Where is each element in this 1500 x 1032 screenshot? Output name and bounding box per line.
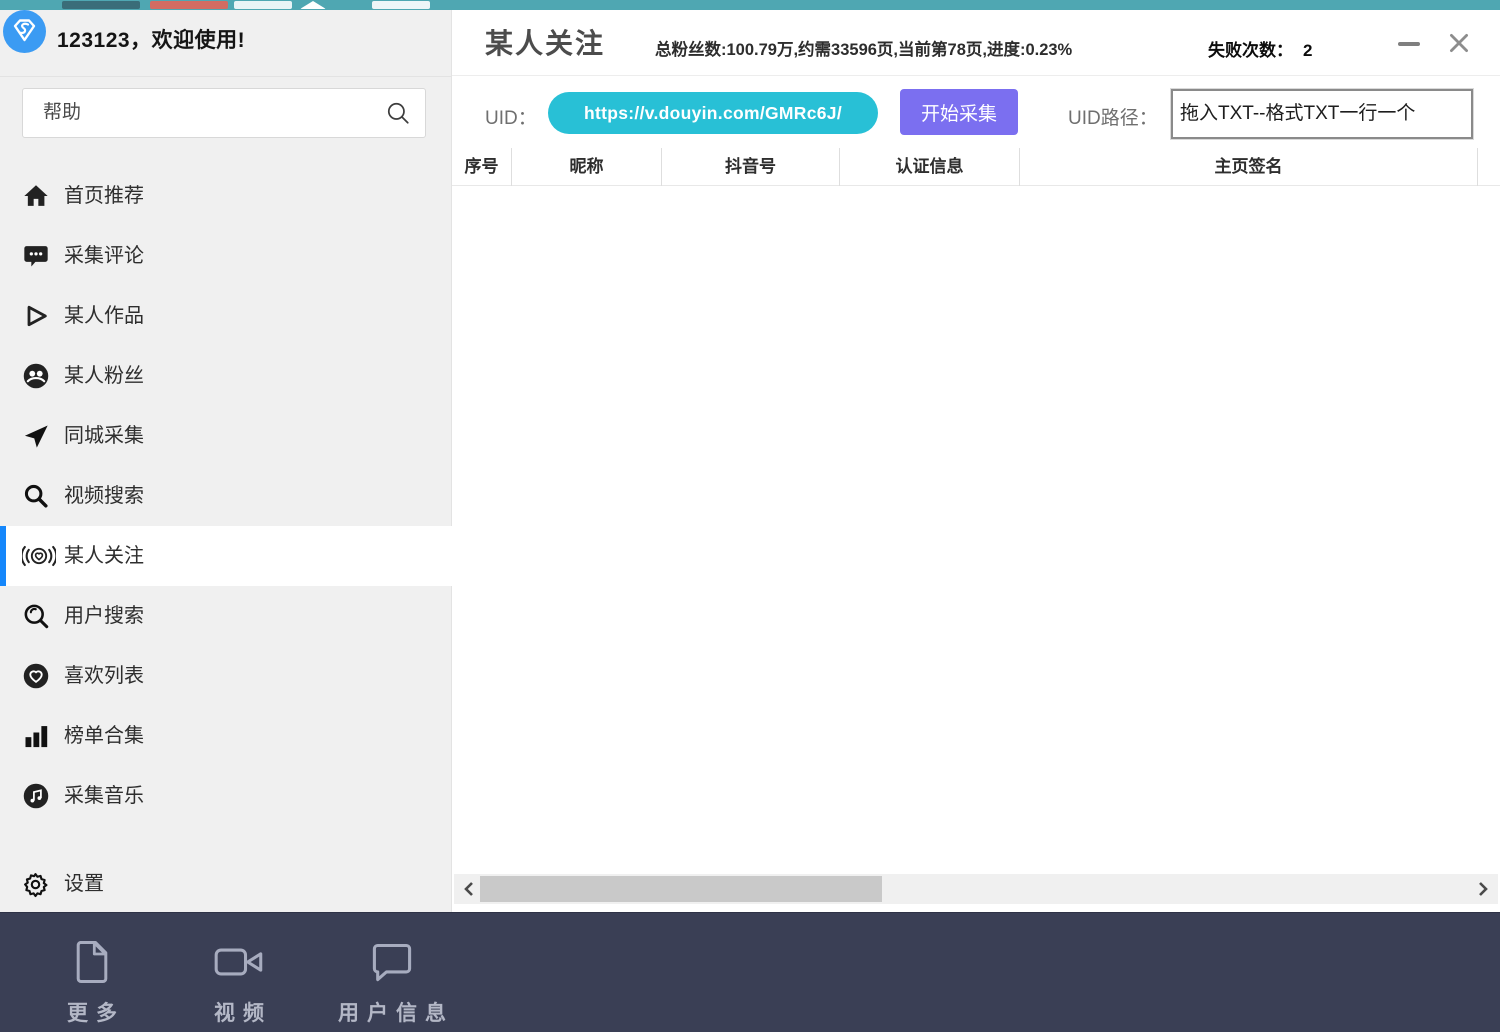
clipped-background-text [62,1,140,9]
sidebar-item-label: 视频搜索 [64,466,144,526]
main-header: 某人关注 总粉丝数:100.79万,约需33596页,当前第78页,进度:0.2… [452,10,1500,76]
bottom-item-label: 更多 [27,997,157,1027]
close-button[interactable] [1446,30,1472,56]
sidebar-item-home-recommend[interactable]: 首页推荐 [0,166,452,226]
sidebar-item-label: 榜单合集 [64,706,144,766]
sidebar-item-collect-music[interactable]: 采集音乐 [0,766,452,826]
main-panel: 某人关注 总粉丝数:100.79万,约需33596页,当前第78页,进度:0.2… [452,10,1500,912]
scroll-right-icon[interactable] [1476,881,1490,897]
sidebar-item-collect-comments[interactable]: 采集评论 [0,226,452,286]
sidebar-item-user-search[interactable]: 用户搜索 [0,586,452,646]
background-window-strip [0,0,1500,10]
start-collect-button[interactable]: 开始采集 [900,89,1018,135]
fail-counter: 失败次数： 2 [1208,36,1312,61]
music-circle-icon [22,781,56,811]
collect-toolbar: UID： https://v.douyin.com/GMRc6J/ 开始采集 U… [452,77,1500,148]
bottom-item-video[interactable]: 视频 [174,939,304,1027]
page-title: 某人关注 [485,22,605,62]
bottom-item-user-info[interactable]: 用户信息 [312,939,472,1027]
broadcast-heart-icon [22,541,56,571]
scroll-left-icon[interactable] [462,881,476,897]
bar-chart-icon [22,721,56,751]
sidebar-item-user-fans[interactable]: 某人粉丝 [0,346,452,406]
progress-stats: 总粉丝数:100.79万,约需33596页,当前第78页,进度:0.23% [655,36,1072,60]
sidebar-item-label: 某人作品 [64,286,144,346]
uid-label: UID： [485,103,537,130]
uid-input[interactable]: https://v.douyin.com/GMRc6J/ [548,92,878,134]
sidebar-item-city-collect[interactable]: 同城采集 [0,406,452,466]
message-icon [312,939,472,987]
user-search-icon [22,601,56,631]
table-body-empty [452,186,1500,872]
people-icon [22,361,56,391]
sidebar-item-like-list[interactable]: 喜欢列表 [0,646,452,706]
column-header-signature: 主页签名 [1020,148,1478,186]
sidebar-item-user-works[interactable]: 某人作品 [0,286,452,346]
column-header-filler [1478,148,1500,186]
comment-icon [22,241,56,271]
sidebar: 123123，欢迎使用! 帮助 首页推荐 [0,10,452,912]
search-icon [385,100,411,131]
bottom-toolbar: 更多 视频 用户信息 [0,912,1500,1032]
sidebar-item-label: 用户搜索 [64,586,144,646]
sidebar-item-label: 采集评论 [64,226,144,286]
sidebar-item-rank-collection[interactable]: 榜单合集 [0,706,452,766]
help-search-box[interactable]: 帮助 [22,88,426,138]
bottom-item-more[interactable]: 更多 [27,939,157,1027]
heart-circle-icon [22,661,56,691]
bottom-item-label: 用户信息 [312,997,472,1027]
scrollbar-thumb[interactable] [480,876,882,902]
sidebar-item-user-following[interactable]: 某人关注 [0,526,452,586]
sidebar-item-video-search[interactable]: 视频搜索 [0,466,452,526]
sidebar-item-label: 某人关注 [64,526,144,586]
home-icon [22,181,56,211]
uid-path-label: UID路径： [1068,103,1158,130]
bottom-item-label: 视频 [174,997,304,1027]
search-icon [22,481,56,511]
play-icon [22,301,56,331]
sidebar-item-settings[interactable]: 设置 [0,855,452,913]
file-icon [27,939,157,987]
sidebar-item-label: 首页推荐 [64,166,144,226]
video-camera-icon [174,939,304,987]
sidebar-item-label: 喜欢列表 [64,646,144,706]
help-search-text: 帮助 [43,89,81,137]
column-header-index: 序号 [452,148,512,186]
gear-icon [22,869,56,899]
column-header-douyin-id: 抖音号 [662,148,840,186]
fail-count: 2 [1303,41,1312,60]
app-logo-icon [2,9,47,54]
horizontal-scrollbar[interactable] [454,874,1498,904]
sidebar-item-label: 采集音乐 [64,766,144,826]
fail-label: 失败次数： [1208,41,1293,60]
divider [0,76,452,77]
sidebar-item-label: 同城采集 [64,406,144,466]
app-window: 123123，欢迎使用! 帮助 首页推荐 [0,0,1500,1032]
clipped-background-text [234,1,292,9]
table-header-row: 序号 昵称 抖音号 认证信息 主页签名 [452,148,1500,186]
column-header-nickname: 昵称 [512,148,662,186]
clipped-background-shape [300,1,326,9]
column-header-verification: 认证信息 [840,148,1020,186]
clipped-background-text [372,1,430,9]
navigation-arrow-icon [22,421,56,451]
welcome-text: 123123，欢迎使用! [57,24,245,54]
sidebar-item-label: 设置 [64,855,104,913]
sidebar-item-label: 某人粉丝 [64,346,144,406]
minimize-button[interactable] [1398,42,1420,46]
sidebar-menu: 首页推荐 采集评论 某人作品 [0,166,452,826]
clipped-background-text [150,1,228,9]
uid-path-input[interactable]: 拖入TXT--格式TXT一行一个 [1171,89,1473,139]
